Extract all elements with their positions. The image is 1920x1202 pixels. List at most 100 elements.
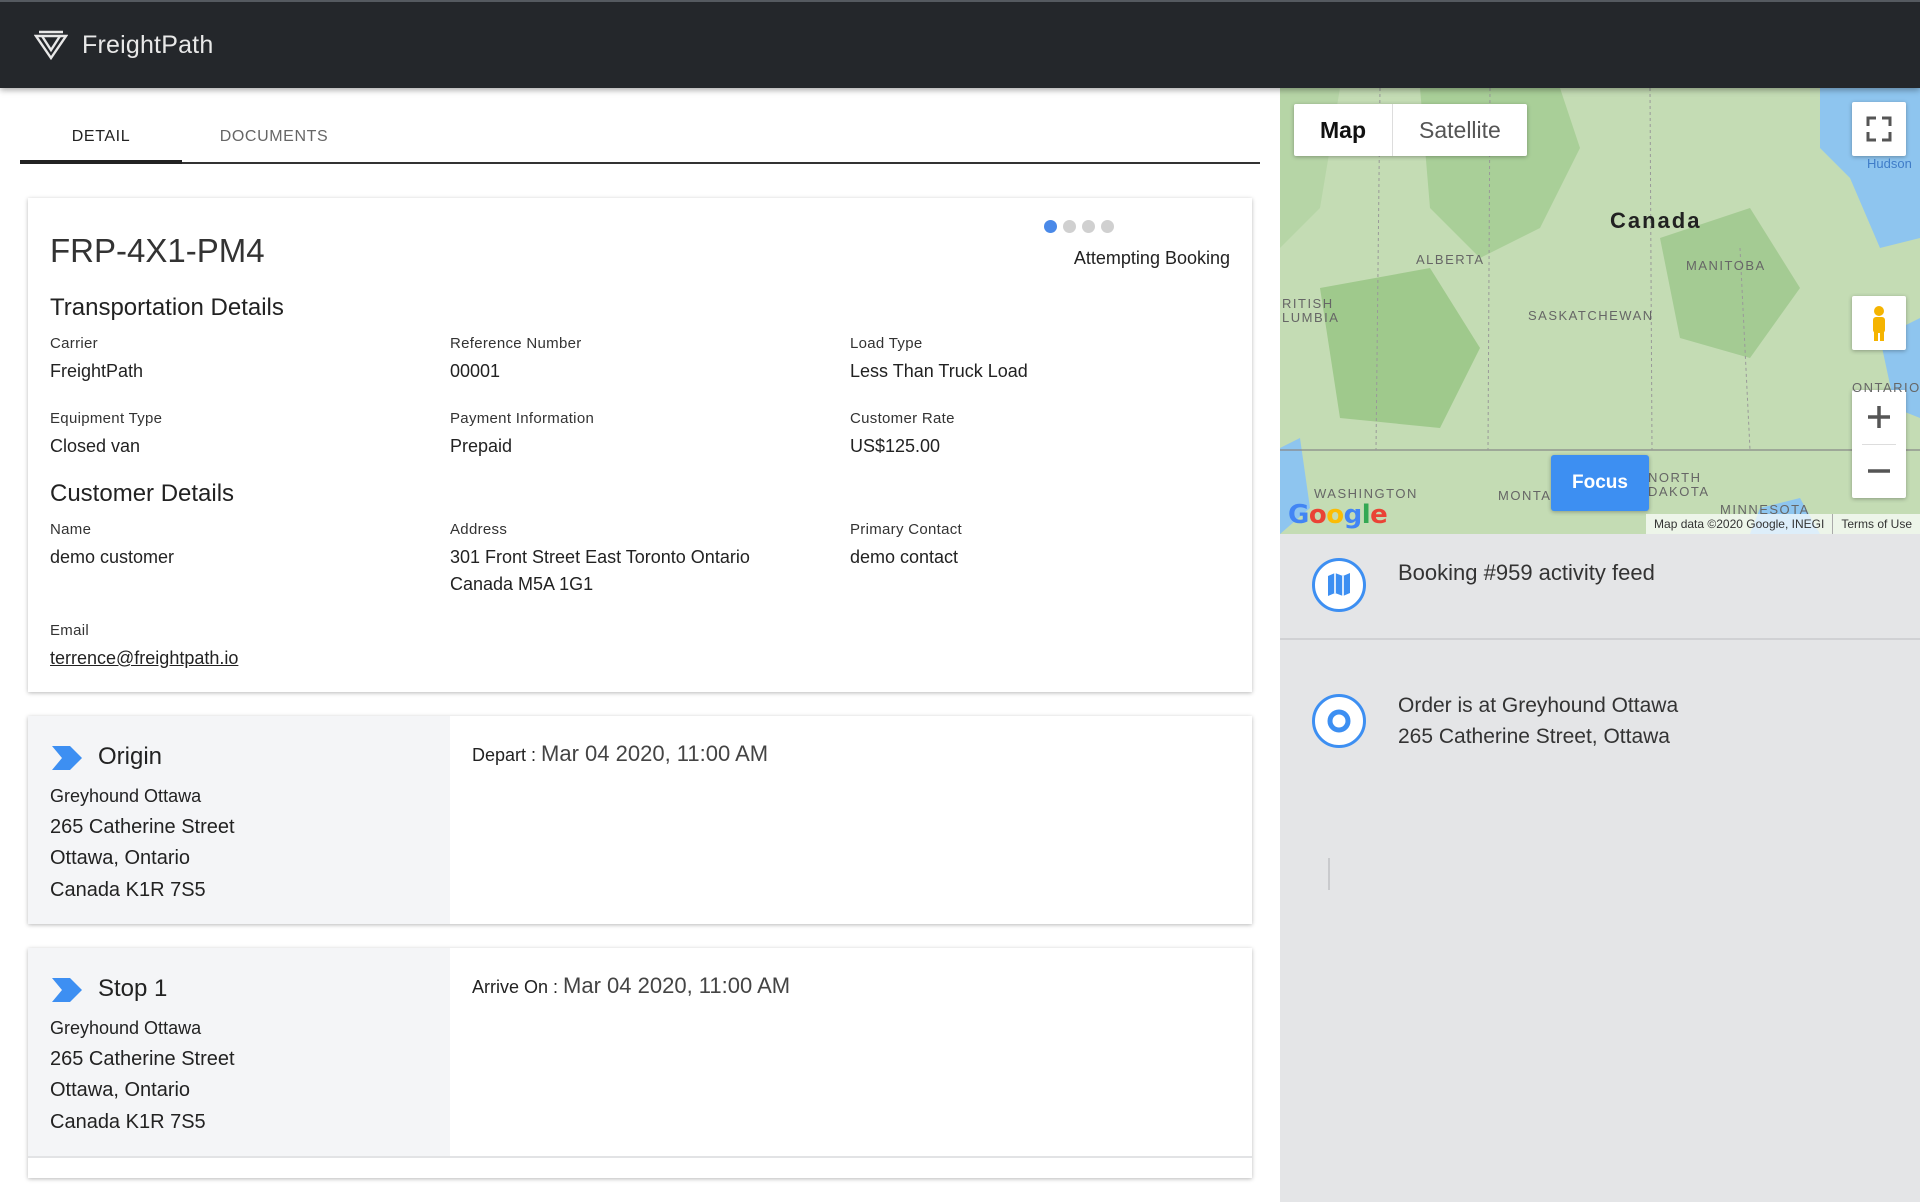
stop-street: 265 Catherine Street [50, 816, 235, 838]
status-dot [1044, 220, 1057, 233]
field-label: Load Type [850, 335, 923, 352]
field-label: Email [50, 622, 90, 639]
email-link[interactable]: terrence@freightpath.io [50, 645, 430, 672]
field-value: 00001 [450, 361, 501, 381]
feed-item-line: 265 Catherine Street, Ottawa [1398, 725, 1670, 748]
address-line: 301 Front Street East Toronto Ontario [450, 547, 750, 567]
map-label-saskatchewan: SASKATCHEWAN [1528, 308, 1654, 323]
status-dot [1101, 220, 1114, 233]
brand[interactable]: FreightPath [34, 30, 213, 60]
stop-city: Ottawa, Ontario [50, 1079, 191, 1101]
map-and-feed-panel: Map Satellite Canada ALBERTA MANITOBA SA… [1280, 88, 1920, 1202]
field-label: Address [450, 521, 508, 538]
booking-id: FRP-4X1-PM4 [50, 232, 265, 269]
load-type-field: Load Type Less Than Truck Load [850, 335, 1230, 385]
field-value: Prepaid [450, 436, 513, 456]
stop-time-value: Mar 04 2020, 11:00 AM [563, 973, 791, 998]
stop-time-label: Depart : [472, 745, 537, 765]
booking-details-card: FRP-4X1-PM4 Attempting Booking Transport… [28, 198, 1252, 692]
stop-time: Arrive On : Mar 04 2020, 11:00 AM [472, 973, 790, 999]
field-value: Closed van [50, 436, 141, 456]
field-label: Customer Rate [850, 410, 955, 427]
map-label-north-dakota: DAKOTA [1648, 484, 1710, 499]
field-label: Payment Information [450, 410, 595, 427]
zoom-in-button[interactable] [1852, 390, 1906, 444]
detail-panel: DETAIL DOCUMENTS FRP-4X1-PM4 Attempting … [0, 88, 1280, 1202]
field-value: demo contact [850, 547, 959, 567]
map-view[interactable]: Map Satellite Canada ALBERTA MANITOBA SA… [1280, 88, 1920, 534]
map-label-north-dakota: NORTH [1648, 470, 1702, 485]
field-value: FreightPath [50, 361, 144, 381]
map-label-british-columbia: RITISH [1282, 296, 1334, 311]
field-value: US$125.00 [850, 436, 941, 456]
fullscreen-button[interactable] [1852, 102, 1906, 156]
stop-address-panel: Stop 1 Greyhound Ottawa 265 Catherine St… [28, 948, 450, 1156]
equipment-type-field: Equipment Type Closed van [50, 410, 430, 460]
map-book-icon [1312, 558, 1366, 612]
stop-time-label: Arrive On : [472, 977, 559, 997]
stop-address-panel: Origin Greyhound Ottawa 265 Catherine St… [28, 716, 450, 924]
stop-postal: Canada K1R 7S5 [50, 1111, 206, 1133]
primary-contact-field: Primary Contact demo contact [850, 521, 1230, 571]
customer-name-field: Name demo customer [50, 521, 430, 571]
customer-email-field: Email terrence@freightpath.io [50, 622, 430, 672]
map-label-canada: Canada [1610, 208, 1702, 233]
stop-place: Greyhound Ottawa [50, 1018, 202, 1038]
stop-1-card: Stop 1 Greyhound Ottawa 265 Catherine St… [28, 948, 1252, 1178]
stop-place: Greyhound Ottawa [50, 786, 202, 806]
stop-postal: Canada K1R 7S5 [50, 879, 206, 901]
tab-documents[interactable]: DOCUMENTS [192, 122, 356, 164]
carrier-field: Carrier FreightPath [50, 335, 430, 385]
activity-feed-title: Booking #959 activity feed [1398, 560, 1655, 585]
status-text: Attempting Booking [1073, 248, 1230, 268]
map-label-manitoba: MANITOBA [1686, 258, 1766, 273]
google-logo: Google [1288, 500, 1388, 530]
field-value: Less Than Truck Load [850, 361, 1028, 381]
zoom-controls [1852, 390, 1906, 498]
field-value: demo customer [50, 547, 175, 567]
reference-number-field: Reference Number 00001 [450, 335, 830, 385]
top-app-bar: FreightPath [0, 0, 1920, 88]
map-label-british-columbia: LUMBIA [1282, 310, 1340, 325]
status-dot [1082, 220, 1095, 233]
freightpath-logo-icon [34, 30, 68, 60]
map-label-ontario: ONTARIO [1852, 380, 1920, 395]
terms-of-use-link[interactable]: Terms of Use [1832, 514, 1920, 534]
pegman-icon [1873, 306, 1885, 341]
app-name: FreightPath [82, 30, 214, 59]
feed-item-line: Order is at Greyhound Ottawa [1398, 694, 1679, 717]
fullscreen-icon [1866, 116, 1892, 142]
stop-time-value: Mar 04 2020, 11:00 AM [541, 741, 769, 766]
map-data-attribution: Map data ©2020 Google, INEGI [1654, 517, 1825, 531]
stop-title: Stop 1 [98, 975, 168, 1002]
street-view-pegman-button[interactable] [1852, 296, 1906, 350]
zoom-out-button[interactable] [1852, 444, 1906, 498]
field-label: Reference Number [450, 335, 582, 352]
minus-icon [1868, 469, 1890, 473]
focus-button[interactable]: Focus [1551, 455, 1649, 511]
timeline-connector [1328, 858, 1330, 890]
stop-city: Ottawa, Ontario [50, 847, 191, 869]
field-label: Name [50, 521, 92, 538]
map-label-alberta: ALBERTA [1416, 252, 1485, 267]
transportation-details-heading: Transportation Details [50, 294, 284, 321]
field-label: Carrier [50, 335, 98, 352]
activity-feed-item: Order is at Greyhound Ottawa 265 Catheri… [1398, 690, 1678, 752]
field-label: Equipment Type [50, 410, 163, 427]
origin-stop-card: Origin Greyhound Ottawa 265 Catherine St… [28, 716, 1252, 924]
plus-icon [1868, 406, 1890, 428]
chevron-right-icon [52, 746, 82, 770]
field-value: 301 Front Street East Toronto Ontario Ca… [450, 544, 830, 598]
map-type-toggle: Map Satellite [1294, 104, 1527, 156]
tab-detail[interactable]: DETAIL [20, 122, 182, 164]
map-attribution: Map data ©2020 Google, INEGI Terms of Us… [1646, 514, 1920, 534]
map-label-washington: WASHINGTON [1314, 486, 1418, 501]
customer-rate-field: Customer Rate US$125.00 [850, 410, 1230, 460]
address-line: Canada M5A 1G1 [450, 574, 594, 594]
activity-feed-header: Booking #959 activity feed [1280, 534, 1920, 640]
stop-time: Depart : Mar 04 2020, 11:00 AM [472, 741, 768, 767]
location-target-icon [1312, 694, 1366, 748]
map-type-map-button[interactable]: Map [1294, 104, 1393, 156]
map-type-satellite-button[interactable]: Satellite [1393, 104, 1527, 156]
customer-address-field: Address 301 Front Street East Toronto On… [450, 521, 830, 598]
